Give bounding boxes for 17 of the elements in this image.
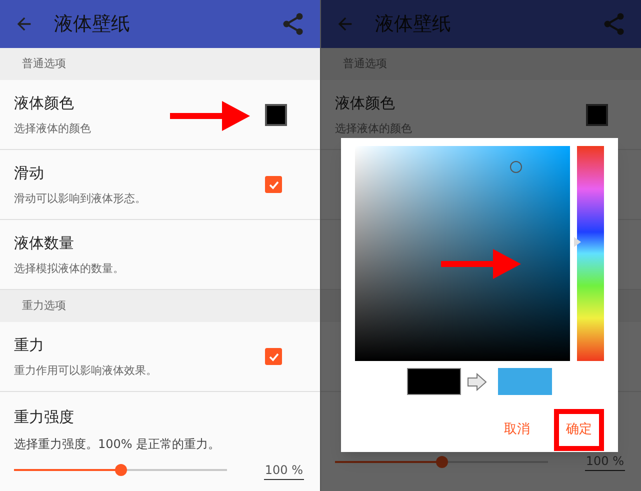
setting-title: 重力强度 [14,407,75,428]
slider-value: 100 % [264,460,304,480]
setting-title: 液体颜色 [335,93,396,114]
setting-description: 选择液体的颜色 [14,120,92,136]
setting-description: 重力作用可以影响液体效果。 [14,362,158,378]
section-title: 重力选项 [22,298,66,314]
setting-title: 滑动 [14,163,45,184]
setting-title: 液体颜色 [14,93,75,114]
screen-title: 液体壁纸 [375,12,452,37]
section-title: 普通选项 [22,56,66,72]
setting-description: 滑动可以影响到液体形态。 [14,190,147,206]
setting-title: 重力 [14,335,45,356]
setting-description: 选择重力强度。100% 是正常的重力。 [14,436,222,452]
setting-description: 选择模拟液体的数量。 [14,260,125,276]
setting-title: 液体数量 [14,233,75,254]
screen-title: 液体壁纸 [54,12,131,37]
setting-description: 选择液体的颜色 [335,120,413,136]
